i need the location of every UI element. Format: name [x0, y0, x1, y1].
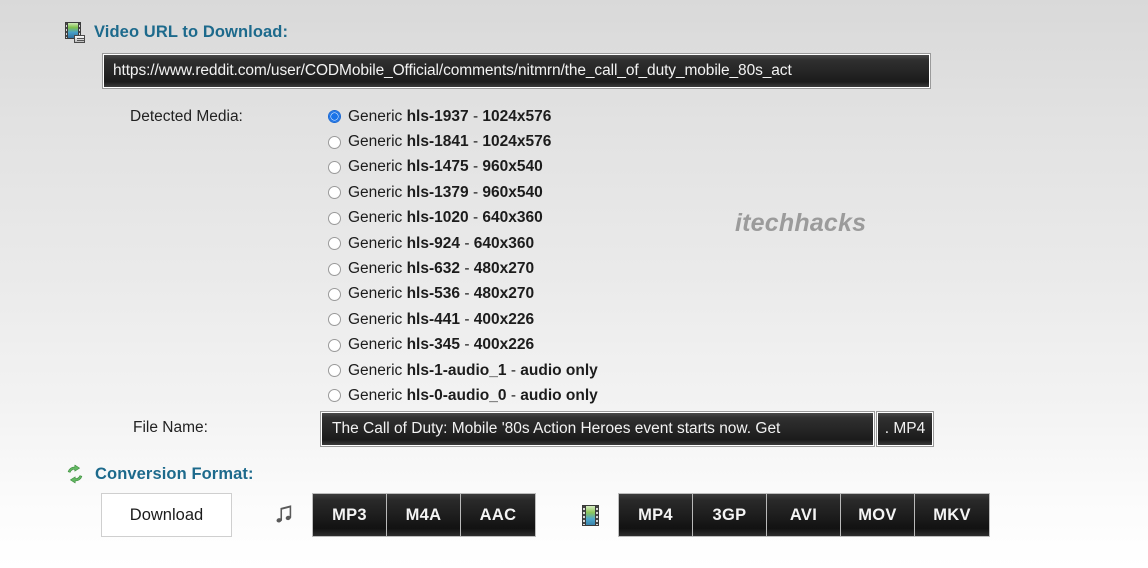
convert-arrows-icon [64, 463, 86, 485]
media-option-row[interactable]: Generic hls-0-audio_0 - audio only [328, 383, 748, 408]
radio-icon[interactable] [328, 389, 341, 403]
format-button-mp4[interactable]: MP4 [619, 494, 693, 536]
radio-icon[interactable] [328, 135, 341, 149]
film-strip-icon-wrap [582, 504, 599, 526]
media-option-label: Generic hls-441 - 400x226 [348, 310, 535, 328]
media-option-row[interactable]: Generic hls-1379 - 960x540 [328, 180, 748, 205]
format-button-mkv[interactable]: MKV [915, 494, 989, 536]
format-button-m4a[interactable]: M4A [387, 494, 461, 536]
music-note-icon [273, 503, 295, 527]
radio-icon[interactable] [328, 237, 341, 251]
media-option-row[interactable]: Generic hls-924 - 640x360 [328, 231, 748, 256]
media-option-row[interactable]: Generic hls-441 - 400x226 [328, 307, 748, 332]
radio-icon[interactable] [328, 110, 341, 124]
conversion-format-section-header: Conversion Format: [64, 463, 254, 485]
media-option-label: Generic hls-924 - 640x360 [348, 234, 535, 252]
conversion-controls: Download MP3 M4A AAC MP4 3GP AVI MOV MKV [101, 493, 990, 537]
video-url-input[interactable]: https://www.reddit.com/user/CODMobile_Of… [103, 54, 930, 88]
radio-icon[interactable] [328, 160, 341, 174]
radio-icon[interactable] [328, 364, 341, 378]
watermark: itechhacks [735, 209, 867, 237]
media-option-label: Generic hls-345 - 400x226 [348, 336, 535, 354]
media-option-label: Generic hls-1-audio_1 - audio only [348, 361, 598, 379]
radio-icon[interactable] [328, 211, 341, 225]
radio-icon[interactable] [328, 313, 341, 327]
media-option-row[interactable]: Generic hls-345 - 400x226 [328, 333, 748, 358]
media-option-label: Generic hls-1475 - 960x540 [348, 158, 543, 176]
media-option-row[interactable]: Generic hls-1841 - 1024x576 [328, 129, 748, 154]
audio-format-group: MP3 M4A AAC [312, 493, 536, 537]
media-option-row[interactable]: Generic hls-1-audio_1 - audio only [328, 358, 748, 383]
media-option-label: Generic hls-536 - 480x270 [348, 285, 535, 303]
film-strip-icon [582, 504, 599, 526]
radio-icon[interactable] [328, 338, 341, 352]
detected-media-list: Generic hls-1937 - 1024x576 Generic hls-… [328, 104, 748, 409]
media-option-row[interactable]: Generic hls-1475 - 960x540 [328, 155, 748, 180]
radio-icon[interactable] [328, 262, 341, 276]
film-icon [64, 22, 85, 43]
format-button-mov[interactable]: MOV [841, 494, 915, 536]
file-name-label: File Name: [133, 419, 208, 436]
media-option-label: Generic hls-1020 - 640x360 [348, 209, 543, 227]
format-button-3gp[interactable]: 3GP [693, 494, 767, 536]
radio-icon[interactable] [328, 186, 341, 200]
file-name-input[interactable]: The Call of Duty: Mobile '80s Action Her… [321, 412, 874, 446]
video-format-group: MP4 3GP AVI MOV MKV [618, 493, 990, 537]
video-downloader-page: Video URL to Download: https://www.reddi… [0, 0, 1148, 568]
media-option-row[interactable]: Generic hls-1020 - 640x360 [328, 206, 748, 231]
format-button-aac[interactable]: AAC [461, 494, 535, 536]
media-option-label: Generic hls-632 - 480x270 [348, 260, 535, 278]
media-option-label: Generic hls-1937 - 1024x576 [348, 107, 552, 125]
media-option-row[interactable]: Generic hls-536 - 480x270 [328, 282, 748, 307]
video-url-section-header: Video URL to Download: [64, 22, 288, 43]
detected-media-label: Detected Media: [130, 108, 243, 125]
media-option-label: Generic hls-1379 - 960x540 [348, 183, 543, 201]
media-option-row[interactable]: Generic hls-632 - 480x270 [328, 256, 748, 281]
format-button-avi[interactable]: AVI [767, 494, 841, 536]
format-button-mp3[interactable]: MP3 [313, 494, 387, 536]
media-option-label: Generic hls-0-audio_0 - audio only [348, 386, 598, 404]
radio-icon[interactable] [328, 287, 341, 301]
media-option-row[interactable]: Generic hls-1937 - 1024x576 [328, 104, 748, 129]
download-button[interactable]: Download [101, 493, 232, 537]
file-extension-field: . MP4 [877, 412, 933, 446]
conversion-format-title: Conversion Format: [95, 464, 254, 483]
video-url-title: Video URL to Download: [94, 23, 289, 41]
media-option-label: Generic hls-1841 - 1024x576 [348, 133, 552, 151]
